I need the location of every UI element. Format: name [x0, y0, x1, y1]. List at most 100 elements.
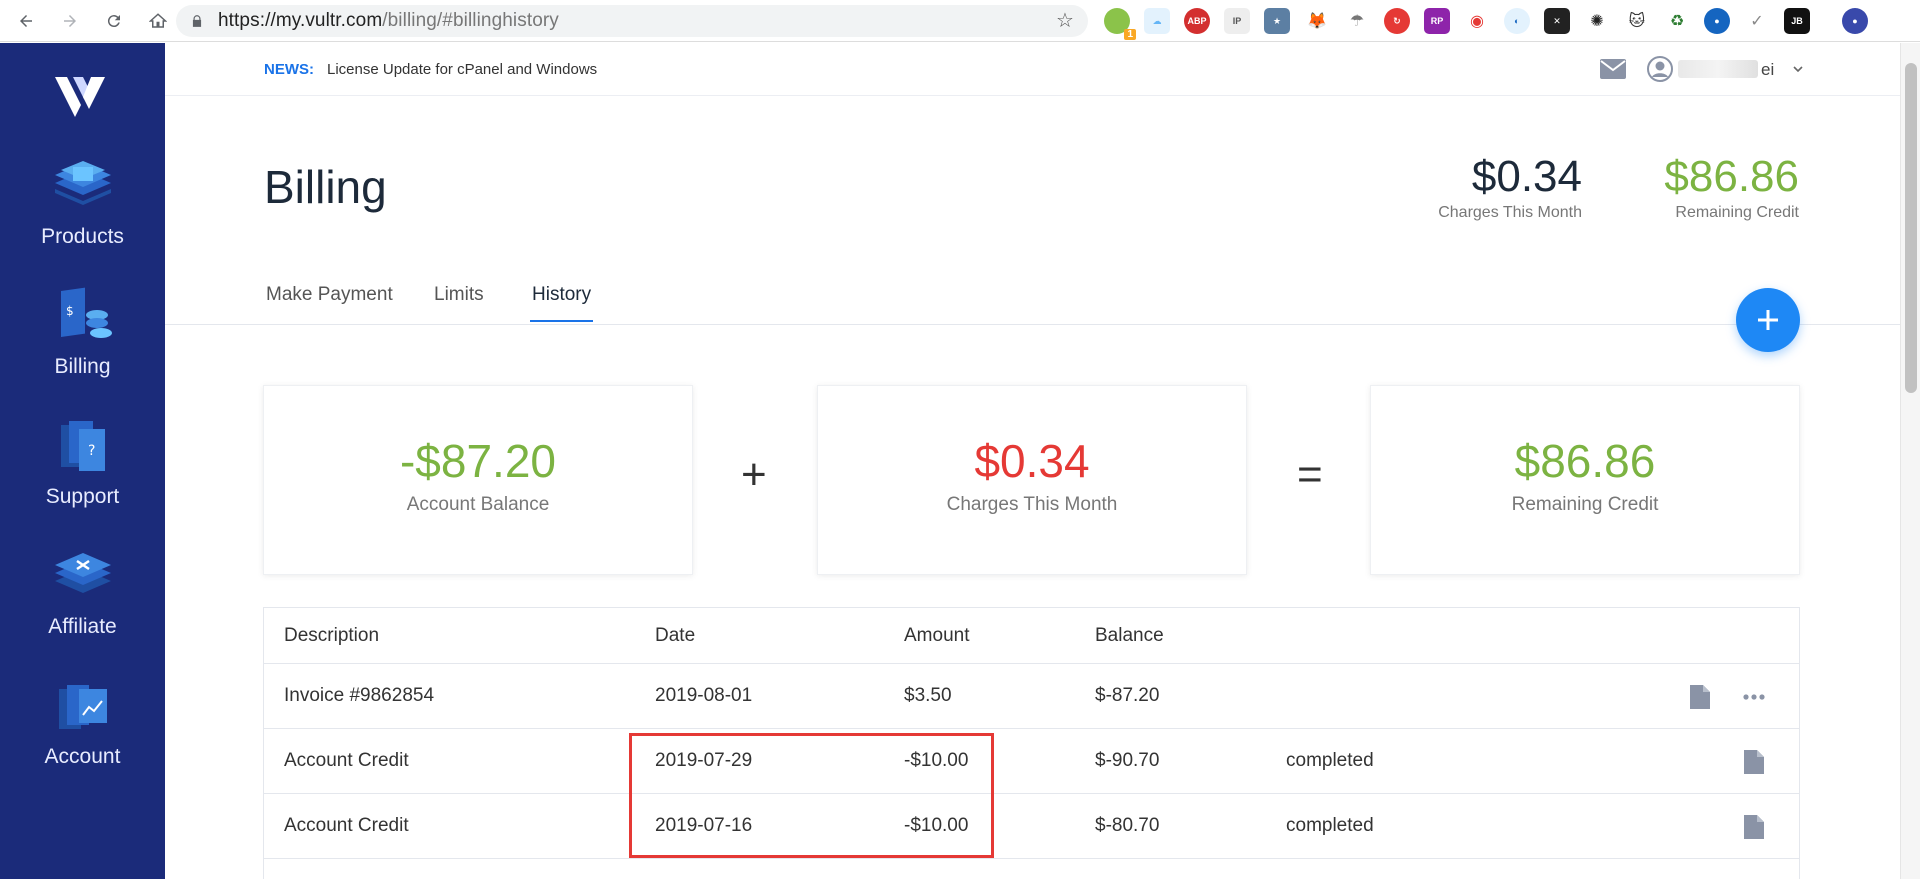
row-balance: $-80.70 — [1095, 815, 1160, 836]
remaining-credit-value: $86.86 — [1514, 435, 1656, 487]
news-label: NEWS: — [264, 61, 314, 78]
url-text: https://my.vultr.com/billing/#billinghis… — [218, 10, 559, 32]
tab-history[interactable]: History — [530, 284, 594, 322]
jb-ext-icon[interactable]: JB — [1784, 8, 1810, 34]
billing-coins-icon: $ — [60, 287, 112, 338]
sidebar: Products $ Billing ? Support Affiliate A… — [0, 43, 165, 879]
tab-make-payment[interactable]: Make Payment — [266, 284, 393, 320]
sidebar-item-affiliate[interactable]: Affiliate — [0, 545, 165, 639]
profile-ext-icon[interactable]: ● — [1842, 8, 1868, 34]
sidebar-item-products[interactable]: Products — [0, 155, 165, 249]
svg-text:?: ? — [88, 443, 95, 459]
table-row: Account Credit 2019-07-16 -$10.00 $-80.7… — [264, 794, 1799, 859]
remaining-credit-caption: Remaining Credit — [1511, 494, 1659, 515]
url-path: /billing/#billinghistory — [382, 10, 559, 31]
support-docs-icon: ? — [60, 421, 105, 471]
row-description: Account Credit — [284, 750, 409, 771]
row-status: completed — [1286, 815, 1374, 836]
row-amount: -$10.00 — [904, 815, 969, 836]
sidebar-item-label: Support — [45, 485, 120, 508]
status-ext-icon[interactable]: 1 — [1104, 8, 1136, 40]
header-credit-caption: Remaining Credit — [1675, 204, 1799, 221]
plus-operator: + — [741, 450, 767, 499]
refresh-ext-icon[interactable]: ♻ — [1664, 8, 1690, 34]
lock-icon — [192, 15, 202, 27]
charges-month-value: $0.34 — [974, 435, 1090, 487]
web-ext-icon[interactable]: ◐ — [1504, 8, 1530, 34]
news-link[interactable]: License Update for cPanel and Windows — [327, 61, 597, 78]
check-ext-icon[interactable]: ✓ — [1744, 8, 1770, 34]
invoice-document-icon[interactable] — [1689, 684, 1711, 710]
address-bar[interactable]: https://my.vultr.com/billing/#billinghis… — [176, 5, 1088, 37]
url-host: https://my.vultr.com — [218, 10, 383, 31]
scrollbar-thumb[interactable] — [1905, 63, 1917, 393]
user-name[interactable]: ei — [1761, 60, 1774, 80]
row-amount: -$10.00 — [904, 750, 969, 771]
ip-ext-icon[interactable]: IP — [1224, 8, 1250, 34]
account-chart-icon — [58, 685, 107, 729]
equals-operator: = — [1297, 450, 1323, 499]
add-button[interactable] — [1736, 288, 1800, 352]
invoice-document-icon[interactable] — [1743, 814, 1765, 840]
globe-ext-icon[interactable]: ● — [1704, 8, 1730, 34]
weibo-ext-icon[interactable]: ◉ — [1464, 8, 1490, 34]
sidebar-item-label: Account — [44, 745, 121, 768]
account-balance-caption: Account Balance — [406, 494, 550, 515]
reload-button[interactable] — [100, 7, 128, 35]
tab-limits[interactable]: Limits — [434, 284, 484, 320]
plus-icon — [1758, 310, 1778, 330]
rp-ext-icon[interactable]: RP — [1424, 8, 1450, 34]
bookmark-ext-icon[interactable]: ★ — [1264, 8, 1290, 34]
invoice-document-icon[interactable] — [1743, 749, 1765, 775]
table-header-row: Description Date Amount Balance — [264, 608, 1799, 664]
arrow-left-icon — [20, 14, 32, 27]
dark-ext-icon[interactable]: ✕ — [1544, 8, 1570, 34]
user-name-redacted — [1678, 60, 1758, 78]
back-button[interactable] — [12, 7, 40, 35]
aperture-ext-icon[interactable]: ✺ — [1584, 8, 1610, 34]
header-charges-value: $0.34 — [1471, 152, 1582, 201]
row-balance: $-87.20 — [1095, 685, 1160, 706]
account-balance-value: -$87.20 — [399, 435, 556, 487]
chevron-down-icon[interactable] — [1792, 63, 1804, 75]
parachute-ext-icon[interactable]: ☂ — [1344, 8, 1370, 34]
header-date[interactable]: Date — [655, 608, 695, 663]
header-amount[interactable]: Amount — [904, 608, 969, 663]
reload-icon — [107, 14, 120, 27]
home-button[interactable] — [144, 7, 172, 35]
cloud-ext-icon[interactable]: ☁ — [1144, 8, 1170, 34]
row-date: 2019-07-29 — [655, 750, 753, 771]
forward-button[interactable] — [56, 7, 84, 35]
billing-tabs: Make Payment Limits History — [165, 280, 1900, 325]
top-bar: NEWS: License Update for cPanel and Wind… — [165, 43, 1900, 96]
vultr-logo-icon[interactable] — [53, 73, 109, 123]
header-description[interactable]: Description — [284, 608, 379, 663]
fox-ext-icon[interactable]: 🦊 — [1304, 8, 1330, 34]
header-balance[interactable]: Balance — [1095, 608, 1164, 663]
row-balance: $-90.70 — [1095, 750, 1160, 771]
more-options-icon[interactable] — [1743, 694, 1765, 700]
mail-icon[interactable] — [1599, 58, 1627, 80]
cat-ext-icon[interactable]: 🐱 — [1624, 8, 1650, 34]
sidebar-item-label: Affiliate — [48, 615, 117, 638]
user-avatar-icon[interactable] — [1647, 56, 1673, 82]
browser-toolbar: https://my.vultr.com/billing/#billinghis… — [0, 0, 1920, 42]
affiliate-layers-icon — [54, 553, 111, 593]
header-charges-caption: Charges This Month — [1438, 204, 1582, 221]
red-ext-icon[interactable]: ↻ — [1384, 8, 1410, 34]
sidebar-item-billing[interactable]: $ Billing — [0, 285, 165, 379]
bookmark-star-icon[interactable]: ☆ — [1056, 11, 1076, 31]
account-balance-card: -$87.20 Account Balance — [263, 385, 693, 575]
header-credit-value: $86.86 — [1664, 152, 1799, 201]
row-description: Invoice #9862854 — [284, 685, 435, 706]
extensions-bar: 1 ☁ ABP IP ★ 🦊 ☂ ↻ RP ◉ ◐ ✕ ✺ 🐱 ♻ ● ✓ JB… — [1104, 8, 1868, 40]
abp-ext-icon[interactable]: ABP — [1184, 8, 1210, 34]
table-row: Invoice #9862854 2019-08-01 $3.50 $-87.2… — [264, 664, 1799, 729]
sidebar-item-account[interactable]: Account — [0, 675, 165, 769]
charges-month-caption: Charges This Month — [946, 494, 1118, 515]
products-stack-icon — [54, 161, 111, 205]
table-row: Account Credit 2019-07-29 -$10.00 $-90.7… — [264, 729, 1799, 794]
page-scrollbar[interactable] — [1900, 43, 1920, 879]
sidebar-item-support[interactable]: ? Support — [0, 415, 165, 509]
svg-text:$: $ — [66, 304, 74, 318]
